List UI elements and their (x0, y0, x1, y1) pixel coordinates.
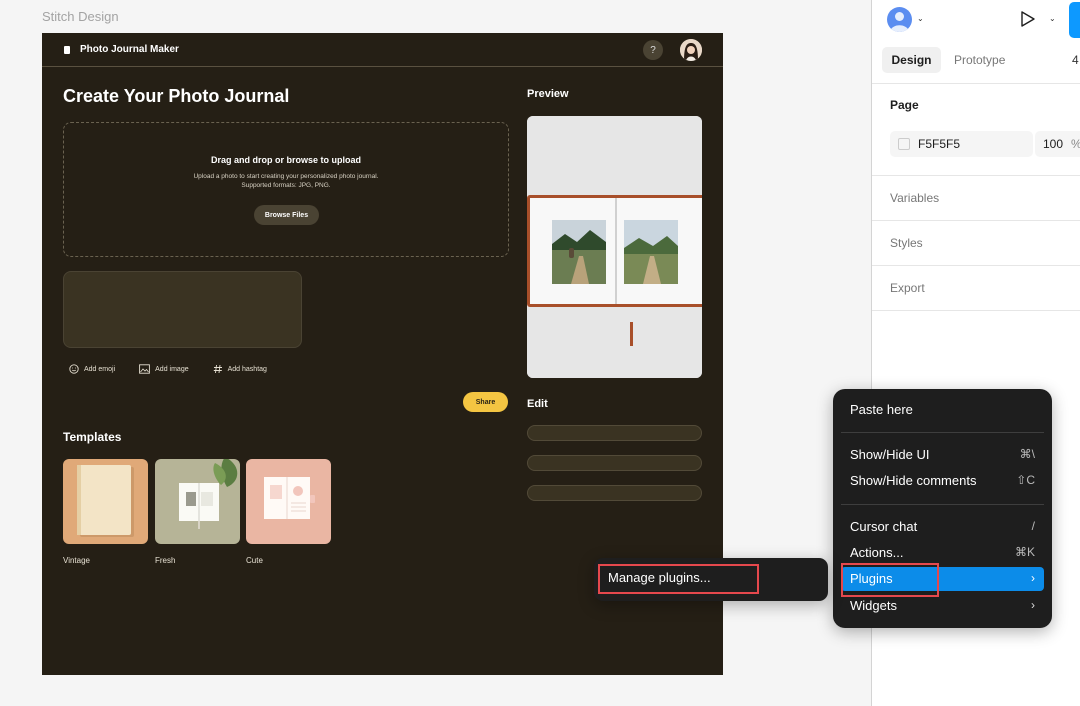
section-divider (872, 83, 1080, 84)
edit-field[interactable] (527, 485, 702, 501)
page-color-field[interactable]: F5F5F5 (890, 131, 1033, 157)
page-color-hex[interactable]: F5F5F5 (918, 137, 960, 151)
chevron-right-icon: › (1031, 598, 1035, 612)
section-divider (872, 310, 1080, 311)
template-card-cute[interactable] (246, 459, 331, 544)
menu-item-cursor-chat[interactable]: Cursor chat / (841, 515, 1044, 539)
play-icon[interactable] (1020, 10, 1036, 28)
add-hashtag-button[interactable]: Add hashtag (213, 364, 267, 374)
opacity-unit: % (1071, 137, 1080, 151)
tab-design[interactable]: Design (882, 47, 941, 73)
edit-field[interactable] (527, 425, 702, 441)
zoom-level[interactable]: 4 (1072, 53, 1079, 67)
user-avatar[interactable] (887, 7, 912, 32)
page-opacity-field[interactable]: 100 % (1035, 131, 1080, 157)
plugins-submenu: Manage plugins... (594, 558, 828, 601)
share-button[interactable]: Share (463, 392, 508, 412)
menu-item-show-hide-comments[interactable]: Show/Hide comments ⇧C (841, 469, 1044, 493)
menu-item-show-hide-ui[interactable]: Show/Hide UI ⌘\ (841, 443, 1044, 467)
template-card-fresh[interactable] (155, 459, 240, 544)
menu-separator (841, 432, 1044, 433)
upload-dropzone[interactable]: Drag and drop or browse to upload Upload… (63, 122, 509, 257)
menu-item-manage-plugins[interactable]: Manage plugins... (608, 570, 711, 585)
share-button[interactable] (1069, 2, 1080, 38)
page-opacity-value[interactable]: 100 (1043, 137, 1063, 151)
caption-input[interactable] (63, 271, 302, 348)
menu-item-widgets[interactable]: Widgets › (841, 594, 1044, 618)
section-divider (872, 175, 1080, 176)
upload-title: Drag and drop or browse to upload (210, 155, 361, 165)
chevron-down-icon[interactable]: ⌄ (1049, 14, 1056, 23)
hashtag-icon (213, 364, 222, 374)
section-variables[interactable]: Variables (890, 191, 939, 205)
avatar-portrait-icon (680, 39, 702, 61)
shortcut: / (1031, 519, 1035, 533)
chevron-right-icon: › (1031, 571, 1035, 585)
add-image-button[interactable]: Add image (139, 364, 189, 374)
upload-description: Upload a photo to start creating your pe… (193, 173, 379, 190)
user-avatar[interactable] (680, 39, 702, 61)
user-icon (890, 12, 909, 32)
template-card-vintage[interactable] (63, 459, 148, 544)
menu-item-paste-here[interactable]: Paste here (841, 398, 1044, 422)
cute-journal-image (264, 477, 315, 519)
chevron-down-icon[interactable]: ⌄ (917, 14, 924, 23)
shortcut: ⌘K (1014, 545, 1035, 559)
app-header: Photo Journal Maker ? (42, 33, 723, 67)
page-section-label: Page (890, 98, 919, 112)
app-title: Photo Journal Maker (80, 44, 179, 55)
section-divider (872, 265, 1080, 266)
vintage-journal-image (77, 465, 134, 537)
color-swatch[interactable] (898, 138, 910, 150)
section-divider (872, 220, 1080, 221)
tab-prototype[interactable]: Prototype (954, 53, 1005, 67)
preview-image (527, 116, 702, 378)
page-title: Create Your Photo Journal (63, 86, 290, 106)
shortcut: ⇧C (1016, 473, 1035, 487)
context-menu: Paste here Show/Hide UI ⌘\ Show/Hide com… (833, 389, 1052, 628)
section-styles[interactable]: Styles (890, 236, 923, 250)
menu-item-plugins[interactable]: Plugins › (841, 567, 1044, 591)
open-photo-book-illustration (527, 116, 702, 378)
caption-tools: Add emoji Add image Add hashtag (69, 364, 267, 374)
image-icon (139, 364, 150, 374)
menu-separator (841, 504, 1044, 505)
fresh-journal-image (179, 459, 238, 529)
smiley-icon (69, 364, 79, 374)
edit-field[interactable] (527, 455, 702, 471)
menu-item-actions[interactable]: Actions... ⌘K (841, 541, 1044, 565)
template-name: Fresh (155, 556, 176, 565)
logo-icon (64, 46, 70, 54)
edit-heading: Edit (527, 398, 548, 410)
browse-files-button[interactable]: Browse Files (254, 205, 319, 225)
templates-heading: Templates (63, 430, 122, 444)
section-export[interactable]: Export (890, 281, 925, 295)
preview-heading: Preview (527, 88, 569, 100)
canvas-frame-label: Stitch Design (42, 9, 119, 24)
shortcut: ⌘\ (1019, 447, 1035, 461)
template-name: Cute (246, 556, 263, 565)
template-name: Vintage (63, 556, 90, 565)
help-button[interactable]: ? (643, 40, 663, 60)
add-emoji-button[interactable]: Add emoji (69, 364, 115, 374)
